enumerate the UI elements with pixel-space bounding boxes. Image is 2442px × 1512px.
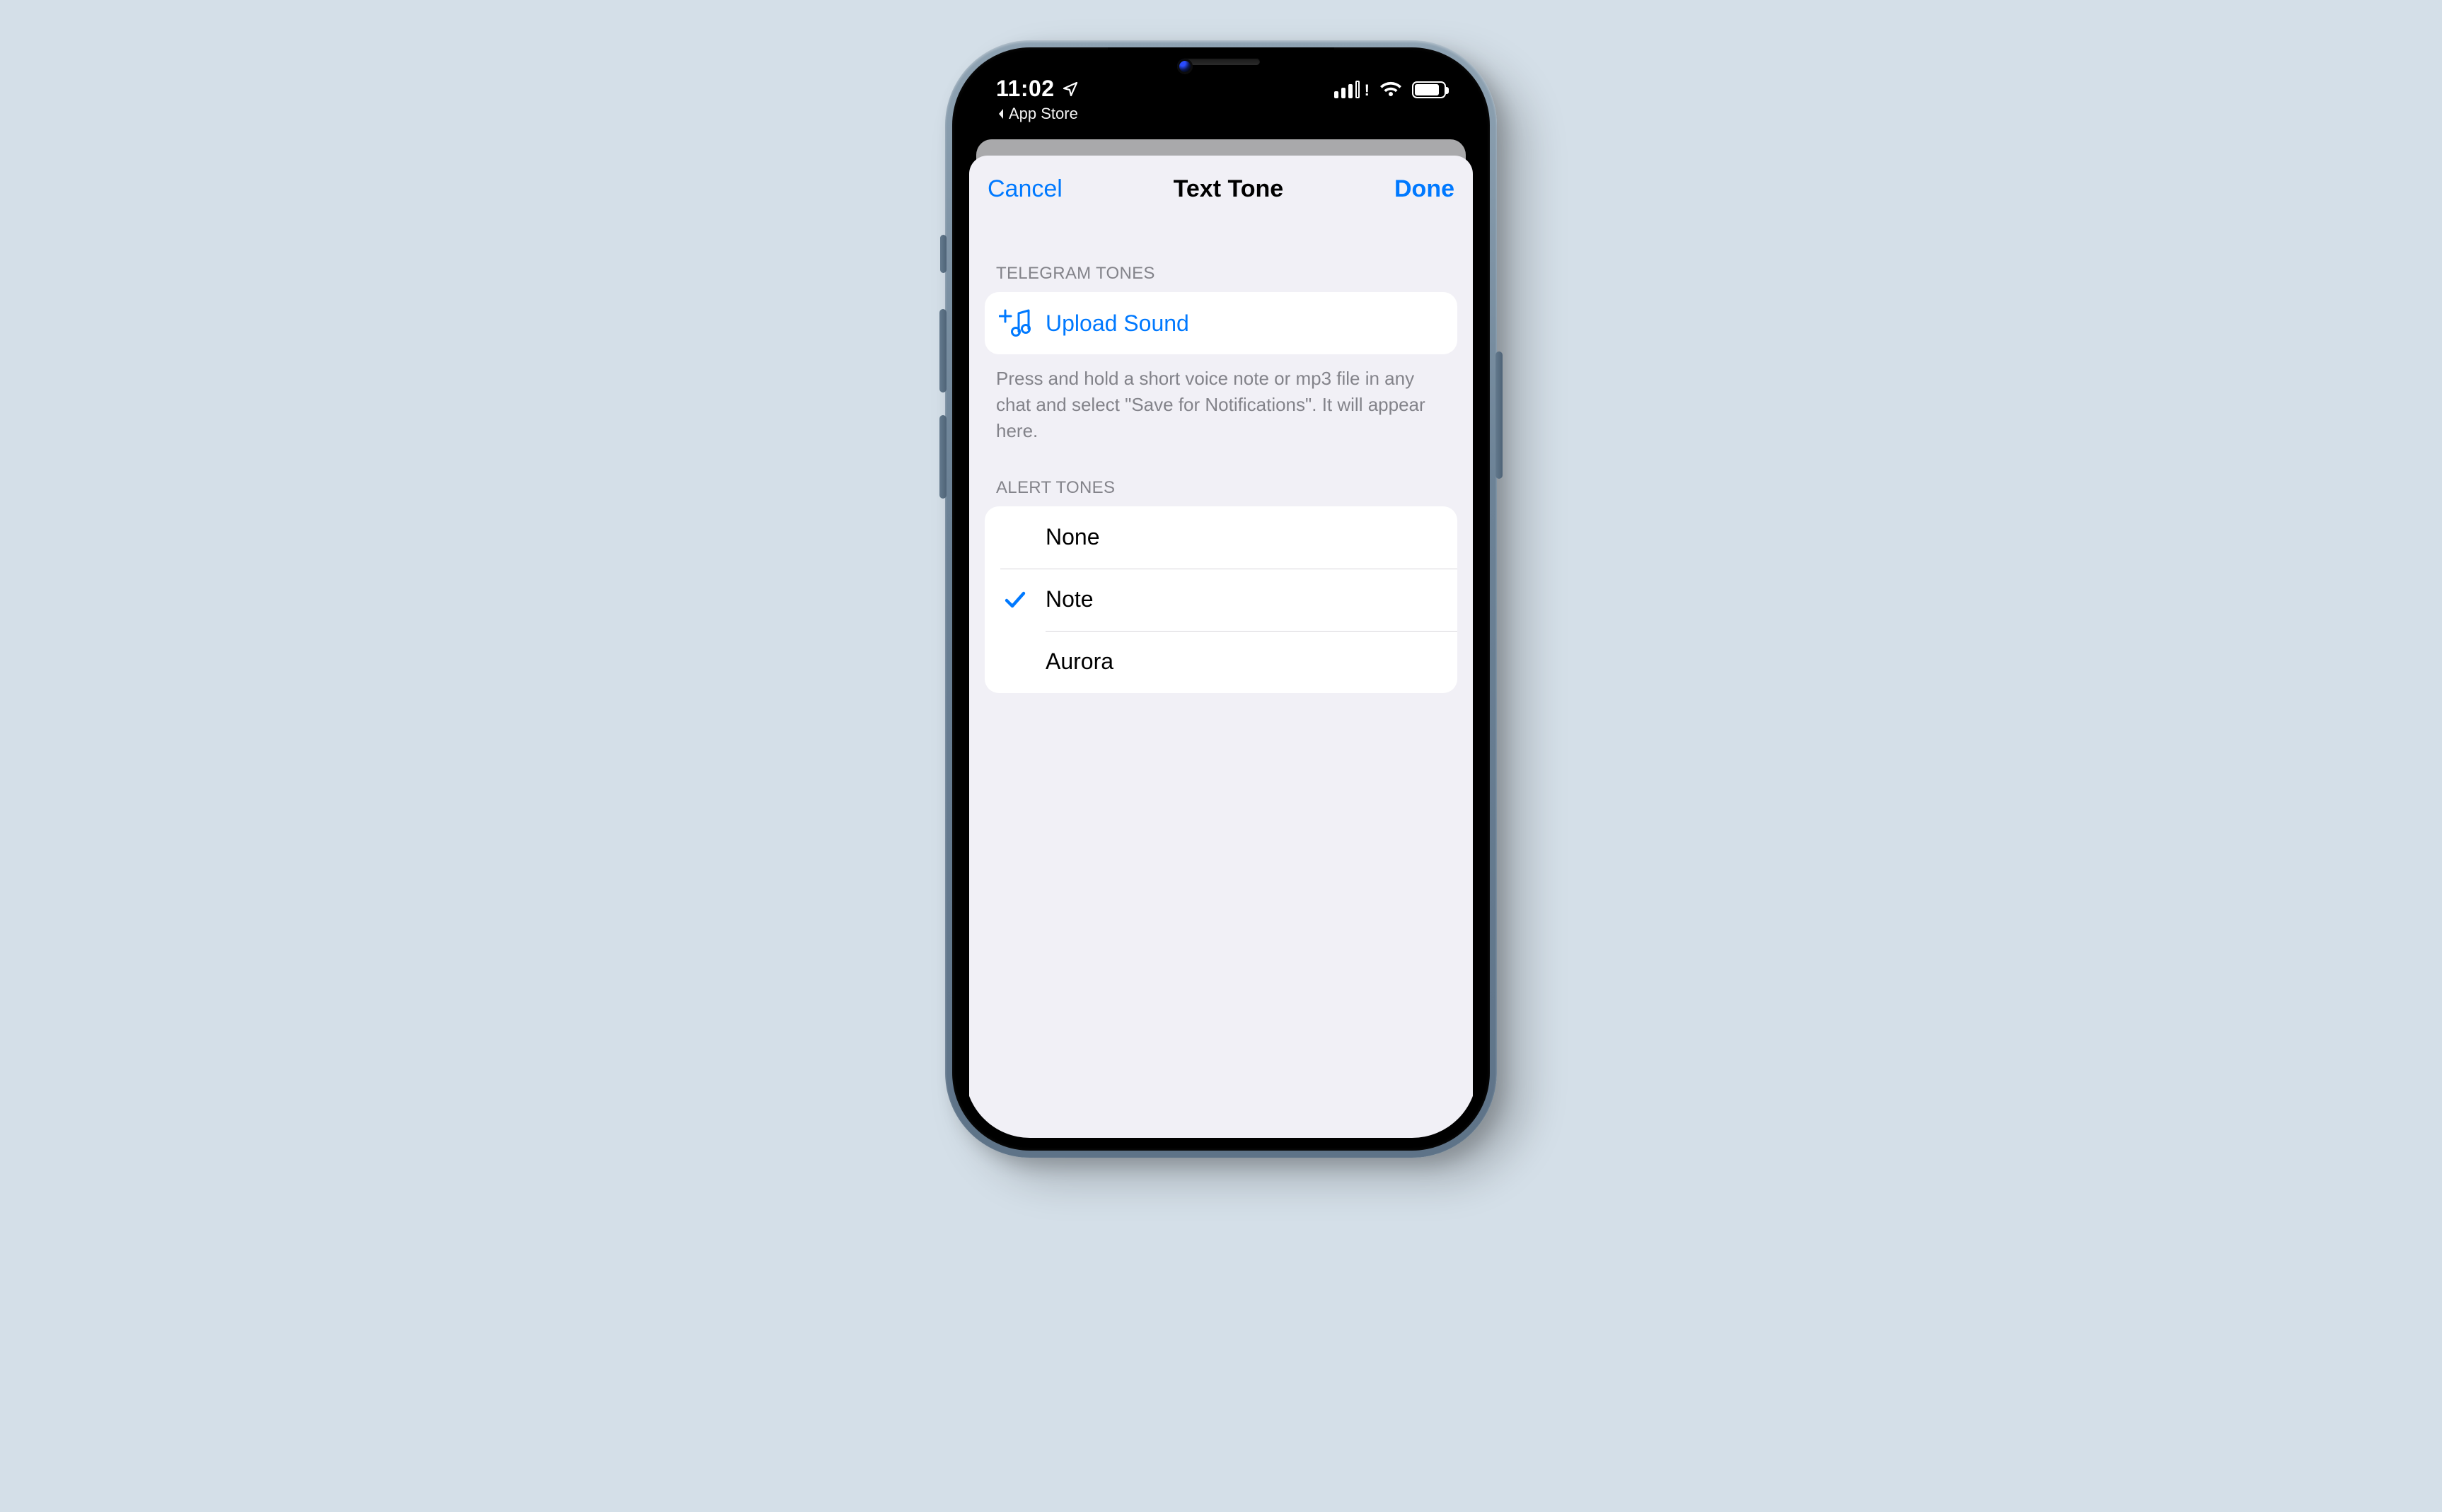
telegram-tones-card: Upload Sound — [985, 292, 1457, 354]
tone-label: Aurora — [1046, 649, 1113, 675]
page-title: Text Tone — [1174, 175, 1284, 203]
upload-sound-label: Upload Sound — [1046, 310, 1189, 337]
power-button[interactable] — [1495, 351, 1503, 479]
alert-tones-card: None Note Aurora — [985, 506, 1457, 693]
battery-icon — [1412, 81, 1446, 98]
speaker-grille — [1182, 58, 1260, 65]
tone-row-note[interactable]: Note — [985, 569, 1457, 631]
tone-row-aurora[interactable]: Aurora — [985, 631, 1457, 693]
status-time: 11:02 — [996, 76, 1079, 102]
telegram-section-footer: Press and hold a short voice note or mp3… — [969, 354, 1473, 444]
clock-label: 11:02 — [996, 76, 1055, 102]
section-header-alert: ALERT TONES — [969, 444, 1473, 506]
done-button[interactable]: Done — [1394, 175, 1454, 203]
upload-sound-row[interactable]: Upload Sound — [985, 292, 1457, 354]
tone-label: Note — [1046, 586, 1094, 612]
back-app-label: App Store — [1009, 105, 1078, 123]
back-to-app[interactable]: App Store — [996, 105, 1079, 123]
wifi-icon — [1379, 81, 1402, 98]
volume-down-button[interactable] — [939, 415, 947, 499]
checkmark-icon — [985, 589, 1046, 610]
modal-sheet: Cancel Text Tone Done TELEGRAM TONES — [969, 156, 1473, 1138]
mute-switch[interactable] — [940, 235, 947, 273]
tone-label: None — [1046, 524, 1100, 550]
location-icon — [1062, 81, 1079, 98]
cancel-button[interactable]: Cancel — [988, 175, 1063, 203]
volume-up-button[interactable] — [939, 309, 947, 392]
phone-frame: 11:02 App Store — [945, 40, 1497, 1158]
back-caret-icon — [996, 107, 1006, 120]
add-music-icon — [985, 308, 1046, 338]
nav-bar: Cancel Text Tone Done — [969, 156, 1473, 213]
front-camera — [1177, 59, 1193, 74]
cellular-icon: ! — [1334, 81, 1370, 98]
notch — [1108, 47, 1334, 87]
tone-row-none[interactable]: None — [985, 506, 1457, 569]
section-header-telegram: TELEGRAM TONES — [969, 213, 1473, 292]
